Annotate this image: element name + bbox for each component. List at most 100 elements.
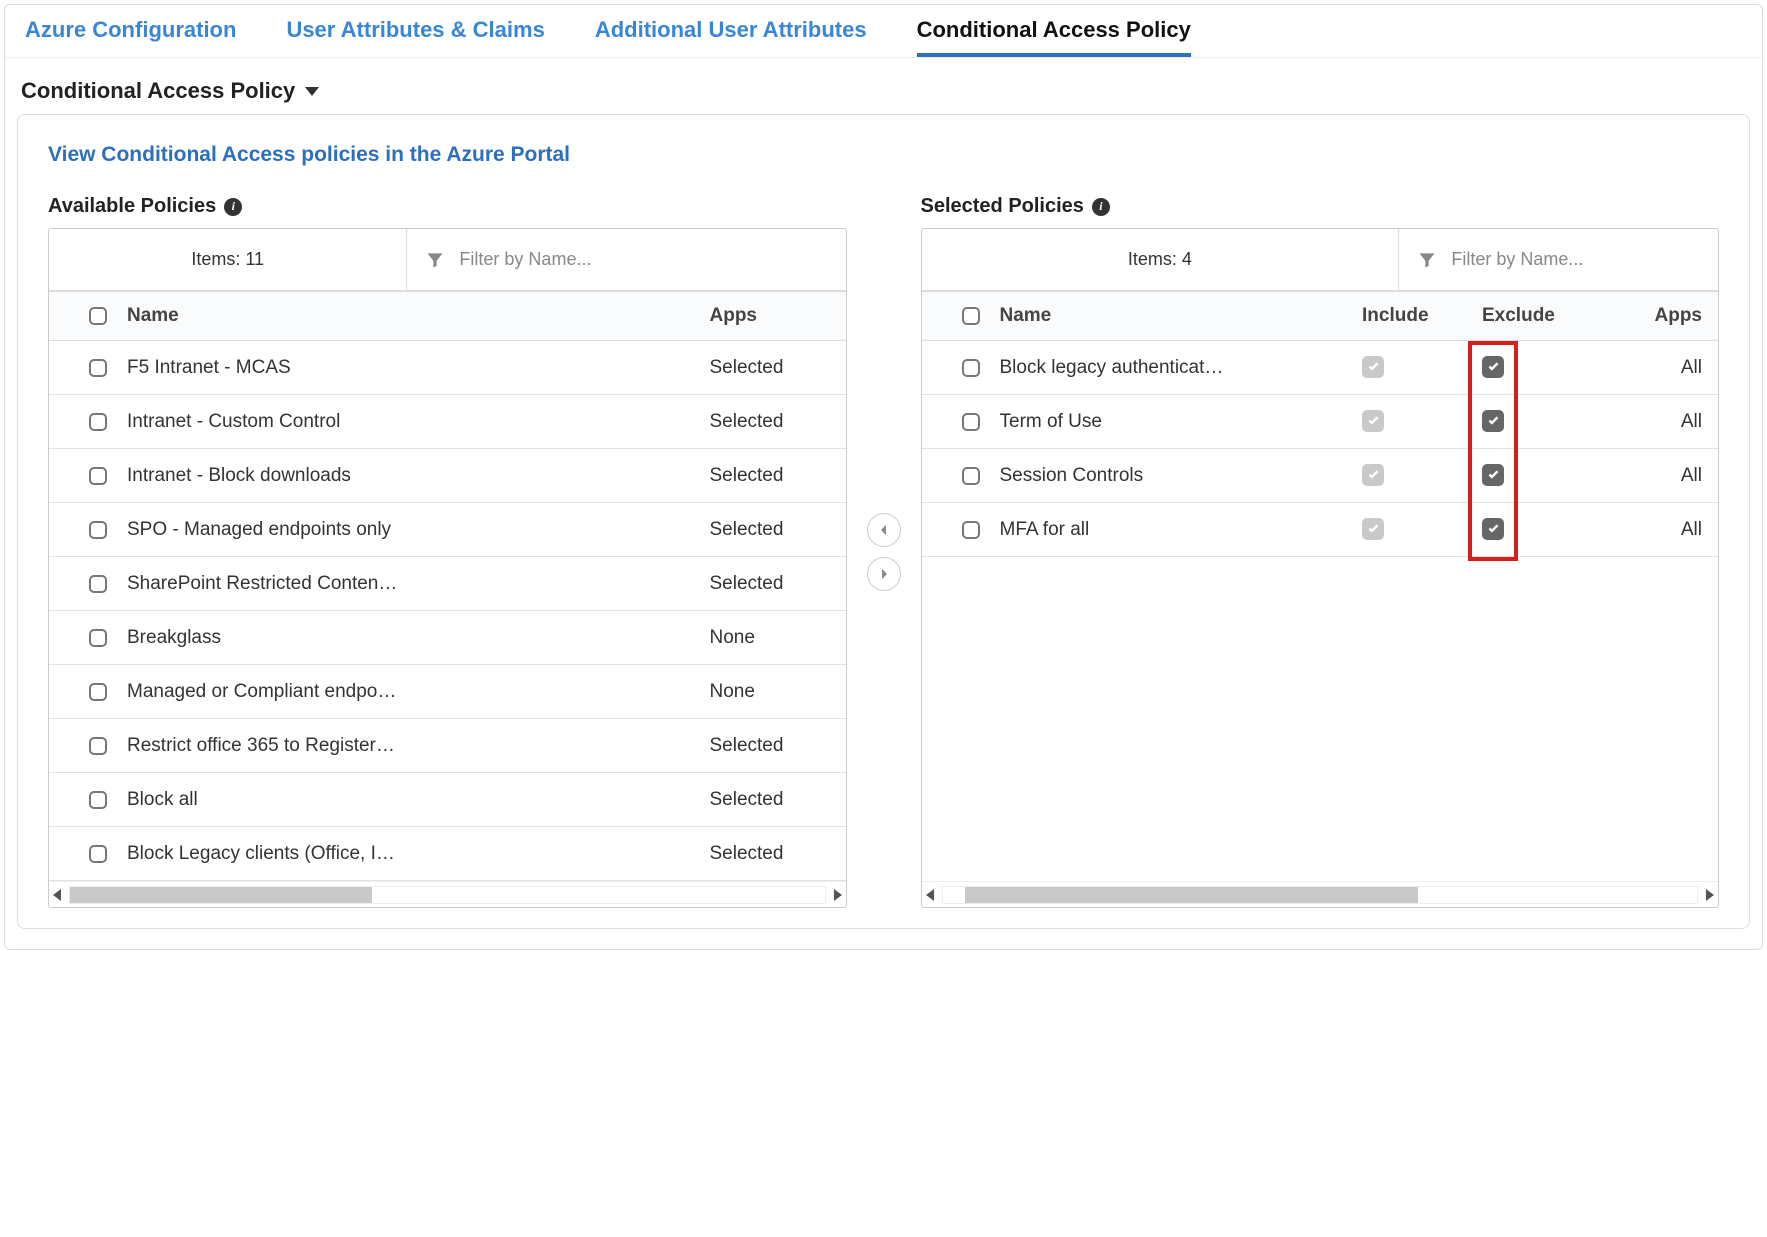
row-checkbox[interactable] — [962, 359, 980, 377]
policy-apps: Selected — [710, 519, 830, 541]
row-checkbox[interactable] — [89, 845, 107, 863]
policy-panel: View Conditional Access policies in the … — [17, 114, 1750, 929]
selected-header-exclude: Exclude — [1482, 305, 1612, 327]
policy-apps: All — [1612, 519, 1702, 541]
policy-name: SharePoint Restricted Conten… — [127, 573, 710, 595]
policy-apps: None — [710, 627, 830, 649]
policy-name: Restrict office 365 to Register… — [127, 735, 710, 757]
row-checkbox[interactable] — [962, 521, 980, 539]
exclude-checkbox[interactable] — [1482, 410, 1612, 434]
policy-name: Managed or Compliant endpo… — [127, 681, 710, 703]
info-icon[interactable]: i — [1092, 198, 1110, 216]
scroll-left-icon[interactable] — [53, 889, 61, 901]
available-header-name: Name — [127, 305, 710, 327]
include-checkbox — [1362, 464, 1482, 488]
exclude-checkbox[interactable] — [1482, 356, 1612, 380]
table-row[interactable]: SharePoint Restricted Conten…Selected — [49, 557, 846, 611]
policy-apps: None — [710, 681, 830, 703]
policy-apps: All — [1612, 465, 1702, 487]
policy-apps: All — [1612, 357, 1702, 379]
azure-portal-link[interactable]: View Conditional Access policies in the … — [48, 143, 1719, 167]
policy-name: Intranet - Custom Control — [127, 411, 710, 433]
policy-apps: Selected — [710, 735, 830, 757]
row-checkbox[interactable] — [89, 575, 107, 593]
table-row[interactable]: Restrict office 365 to Register…Selected — [49, 719, 846, 773]
available-hscroll[interactable] — [49, 881, 846, 907]
table-row[interactable]: MFA for all All — [922, 503, 1719, 557]
row-checkbox[interactable] — [89, 629, 107, 647]
selected-rows[interactable]: Block legacy authenticat… All Term of Use A… — [922, 341, 1719, 881]
exclude-checkbox[interactable] — [1482, 464, 1612, 488]
selected-select-all-checkbox[interactable] — [962, 307, 980, 325]
row-checkbox[interactable] — [962, 413, 980, 431]
tab-user-attributes-claims[interactable]: User Attributes & Claims — [286, 17, 544, 57]
policy-name: Block Legacy clients (Office, I… — [127, 843, 710, 865]
table-row[interactable]: Session Controls All — [922, 449, 1719, 503]
section-title: Conditional Access Policy — [21, 78, 295, 104]
policy-apps: Selected — [710, 789, 830, 811]
row-checkbox[interactable] — [962, 467, 980, 485]
table-row[interactable]: Block allSelected — [49, 773, 846, 827]
policy-apps: Selected — [710, 411, 830, 433]
policy-apps: Selected — [710, 465, 830, 487]
caret-down-icon — [305, 87, 319, 96]
table-row[interactable]: Intranet - Block downloadsSelected — [49, 449, 846, 503]
section-title-row[interactable]: Conditional Access Policy — [5, 58, 1762, 114]
selected-header-include: Include — [1362, 305, 1482, 327]
table-row[interactable]: SPO - Managed endpoints onlySelected — [49, 503, 846, 557]
table-row[interactable]: F5 Intranet - MCASSelected — [49, 341, 846, 395]
row-checkbox[interactable] — [89, 521, 107, 539]
exclude-checkbox[interactable] — [1482, 518, 1612, 542]
move-left-button[interactable] — [867, 513, 901, 547]
scroll-left-icon[interactable] — [926, 889, 934, 901]
row-checkbox[interactable] — [89, 413, 107, 431]
policy-name: Block all — [127, 789, 710, 811]
row-checkbox[interactable] — [89, 683, 107, 701]
policy-apps: Selected — [710, 843, 830, 865]
policy-name: SPO - Managed endpoints only — [127, 519, 710, 541]
scroll-right-icon[interactable] — [1706, 889, 1714, 901]
tab-bar: Azure Configuration User Attributes & Cla… — [5, 5, 1762, 58]
selected-filter-input[interactable] — [1451, 249, 1700, 270]
policy-name: Term of Use — [1000, 411, 1363, 433]
row-checkbox[interactable] — [89, 359, 107, 377]
include-checkbox — [1362, 518, 1482, 542]
transfer-buttons — [863, 195, 905, 908]
policy-apps: Selected — [710, 573, 830, 595]
policy-name: Breakglass — [127, 627, 710, 649]
selected-policies-section: Selected Policies i Items: 4 Name — [921, 195, 1720, 908]
scroll-right-icon[interactable] — [834, 889, 842, 901]
table-row[interactable]: BreakglassNone — [49, 611, 846, 665]
tab-azure-configuration[interactable]: Azure Configuration — [25, 17, 236, 57]
include-checkbox — [1362, 356, 1482, 380]
policy-apps: Selected — [710, 357, 830, 379]
selected-hscroll[interactable] — [922, 881, 1719, 907]
selected-header-apps: Apps — [1612, 305, 1702, 327]
include-checkbox — [1362, 410, 1482, 434]
policy-name: Intranet - Block downloads — [127, 465, 710, 487]
policy-name: Block legacy authenticat… — [1000, 357, 1363, 379]
available-rows[interactable]: F5 Intranet - MCASSelectedIntranet - Cus… — [49, 341, 846, 881]
available-items-count: Items: 11 — [49, 229, 407, 290]
table-row[interactable]: Term of Use All — [922, 395, 1719, 449]
row-checkbox[interactable] — [89, 791, 107, 809]
tab-additional-user-attributes[interactable]: Additional User Attributes — [595, 17, 867, 57]
table-row[interactable]: Intranet - Custom ControlSelected — [49, 395, 846, 449]
table-row[interactable]: Block legacy authenticat… All — [922, 341, 1719, 395]
row-checkbox[interactable] — [89, 737, 107, 755]
available-filter-input[interactable] — [459, 249, 827, 270]
available-select-all-checkbox[interactable] — [89, 307, 107, 325]
info-icon[interactable]: i — [224, 198, 242, 216]
policy-name: MFA for all — [1000, 519, 1363, 541]
available-policies-section: Available Policies i Items: 11 Name — [48, 195, 847, 908]
policy-name: Session Controls — [1000, 465, 1363, 487]
filter-icon — [425, 250, 445, 270]
policy-name: F5 Intranet - MCAS — [127, 357, 710, 379]
tab-conditional-access-policy[interactable]: Conditional Access Policy — [917, 17, 1191, 57]
move-right-button[interactable] — [867, 557, 901, 591]
table-row[interactable]: Managed or Compliant endpo…None — [49, 665, 846, 719]
selected-policies-title: Selected Policies — [921, 195, 1084, 218]
table-row[interactable]: Block Legacy clients (Office, I…Selected — [49, 827, 846, 881]
row-checkbox[interactable] — [89, 467, 107, 485]
policy-apps: All — [1612, 411, 1702, 433]
